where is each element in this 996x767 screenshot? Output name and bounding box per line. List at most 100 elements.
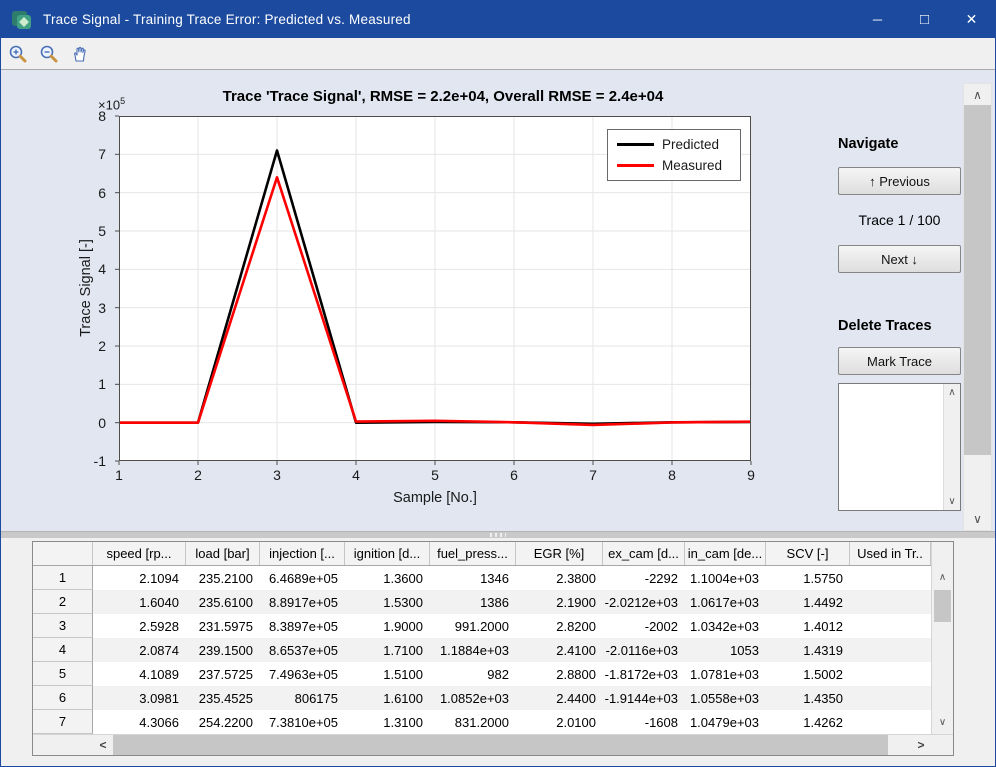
table-cell[interactable]: 1386 (430, 590, 516, 614)
table-hscrollbar-thumb[interactable] (113, 735, 888, 755)
row-number-cell[interactable]: 6 (33, 686, 93, 710)
panel-vertical-scrollbar[interactable]: ∧ ∨ (963, 83, 992, 531)
row-number-cell[interactable]: 5 (33, 662, 93, 686)
table-cell[interactable]: 1346 (430, 566, 516, 590)
table-cell[interactable]: 1.4492 (766, 590, 850, 614)
table-cell[interactable]: 2.1900 (516, 590, 603, 614)
table-cell[interactable]: 1.9000 (345, 614, 430, 638)
table-cell[interactable]: 8.3897e+05 (260, 614, 345, 638)
table-cell[interactable]: 235.2100 (186, 566, 260, 590)
table-cell[interactable]: 6.4689e+05 (260, 566, 345, 590)
listbox-scroll-up-icon[interactable]: ∧ (944, 387, 960, 398)
table-cell[interactable]: 1.5750 (766, 566, 850, 590)
table-cell[interactable]: 1.0479e+03 (685, 710, 766, 734)
table-cell[interactable]: 231.5975 (186, 614, 260, 638)
row-number-cell[interactable]: 2 (33, 590, 93, 614)
table-cell[interactable]: 1.4262 (766, 710, 850, 734)
pan-button[interactable] (68, 42, 92, 66)
table-cell[interactable]: 2.5928 (93, 614, 186, 638)
table-cell[interactable]: -1.9144e+03 (603, 686, 685, 710)
table-cell[interactable]: -1608 (603, 710, 685, 734)
table-cell[interactable]: 4.1089 (93, 662, 186, 686)
table-cell[interactable]: 1.3600 (345, 566, 430, 590)
zoom-out-button[interactable] (37, 42, 61, 66)
table-cell[interactable]: 2.4100 (516, 638, 603, 662)
marked-traces-listbox[interactable]: ∧ ∨ (838, 383, 961, 511)
table-cell[interactable]: 831.2000 (430, 710, 516, 734)
table-vertical-scrollbar[interactable]: ∧ ∨ (931, 542, 953, 734)
zoom-in-button[interactable] (6, 42, 30, 66)
table-cell[interactable]: 7.4963e+05 (260, 662, 345, 686)
table-cell[interactable]: 7.3810e+05 (260, 710, 345, 734)
panel-scroll-down-icon[interactable]: ∨ (964, 512, 991, 526)
panel-splitter[interactable] (1, 531, 995, 538)
table-cell[interactable]: 2.0100 (516, 710, 603, 734)
table-horizontal-scrollbar[interactable]: < > (33, 734, 953, 755)
table-cell[interactable] (850, 662, 931, 686)
table-cell[interactable]: 1.5002 (766, 662, 850, 686)
table-cell[interactable]: 1.6040 (93, 590, 186, 614)
listbox-scrollbar[interactable]: ∧ ∨ (943, 384, 960, 510)
table-cell[interactable]: 1.5300 (345, 590, 430, 614)
table-cell[interactable]: 2.3800 (516, 566, 603, 590)
table-cell[interactable]: 235.4525 (186, 686, 260, 710)
table-cell[interactable]: 982 (430, 662, 516, 686)
table-scrollbar-thumb[interactable] (934, 590, 951, 622)
table-cell[interactable]: -2002 (603, 614, 685, 638)
table-cell[interactable]: 8.6537e+05 (260, 638, 345, 662)
table-cell[interactable]: 237.5725 (186, 662, 260, 686)
table-cell[interactable]: 1.4319 (766, 638, 850, 662)
table-cell[interactable]: 2.8800 (516, 662, 603, 686)
table-hscrollbar-track[interactable] (888, 735, 911, 755)
previous-button[interactable]: ↑ Previous (838, 167, 961, 195)
legend[interactable]: PredictedMeasured (607, 129, 741, 181)
table-cell[interactable]: 4.3066 (93, 710, 186, 734)
table-cell[interactable]: 1.5100 (345, 662, 430, 686)
table-cell[interactable]: 1.0342e+03 (685, 614, 766, 638)
minimize-button[interactable]: ─ (854, 1, 901, 38)
table-scroll-down-icon[interactable]: ∨ (932, 717, 953, 728)
table-cell[interactable]: 1.1884e+03 (430, 638, 516, 662)
row-number-cell[interactable]: 1 (33, 566, 93, 590)
table-cell[interactable]: 806175 (260, 686, 345, 710)
close-button[interactable]: ✕ (948, 1, 995, 38)
next-button[interactable]: Next ↓ (838, 245, 961, 273)
table-cell[interactable]: 991.2000 (430, 614, 516, 638)
table-cell[interactable] (850, 590, 931, 614)
table-cell[interactable]: 1.4350 (766, 686, 850, 710)
panel-scrollbar-thumb[interactable] (964, 105, 991, 455)
table-cell[interactable] (850, 710, 931, 734)
table-cell[interactable]: -2292 (603, 566, 685, 590)
maximize-button[interactable]: □ (901, 1, 948, 38)
table-scroll-up-icon[interactable]: ∧ (932, 572, 953, 583)
mark-trace-button[interactable]: Mark Trace (838, 347, 961, 375)
table-cell[interactable]: 1.1004e+03 (685, 566, 766, 590)
table-cell[interactable]: 1.6100 (345, 686, 430, 710)
table-cell[interactable]: -2.0116e+03 (603, 638, 685, 662)
table-cell[interactable]: 1.7100 (345, 638, 430, 662)
table-cell[interactable]: 2.0874 (93, 638, 186, 662)
table-scroll-right-icon[interactable]: > (911, 735, 931, 755)
table-cell[interactable] (850, 686, 931, 710)
row-number-cell[interactable]: 7 (33, 710, 93, 734)
table-cell[interactable]: 1.4012 (766, 614, 850, 638)
table-cell[interactable]: -1.8172e+03 (603, 662, 685, 686)
table-cell[interactable]: 1053 (685, 638, 766, 662)
table-cell[interactable]: 254.2200 (186, 710, 260, 734)
table-cell[interactable]: 1.3100 (345, 710, 430, 734)
table-cell[interactable]: 1.0558e+03 (685, 686, 766, 710)
table-cell[interactable] (850, 566, 931, 590)
row-number-cell[interactable]: 3 (33, 614, 93, 638)
table-cell[interactable]: -2.0212e+03 (603, 590, 685, 614)
table-scroll-left-icon[interactable]: < (93, 735, 113, 755)
table-cell[interactable]: 3.0981 (93, 686, 186, 710)
table-cell[interactable]: 2.4400 (516, 686, 603, 710)
row-number-cell[interactable]: 4 (33, 638, 93, 662)
table-cell[interactable]: 2.1094 (93, 566, 186, 590)
table-cell[interactable]: 1.0781e+03 (685, 662, 766, 686)
table-cell[interactable]: 235.6100 (186, 590, 260, 614)
table-cell[interactable] (850, 614, 931, 638)
table-cell[interactable]: 1.0852e+03 (430, 686, 516, 710)
panel-scroll-up-icon[interactable]: ∧ (964, 88, 991, 102)
table-cell[interactable]: 8.8917e+05 (260, 590, 345, 614)
